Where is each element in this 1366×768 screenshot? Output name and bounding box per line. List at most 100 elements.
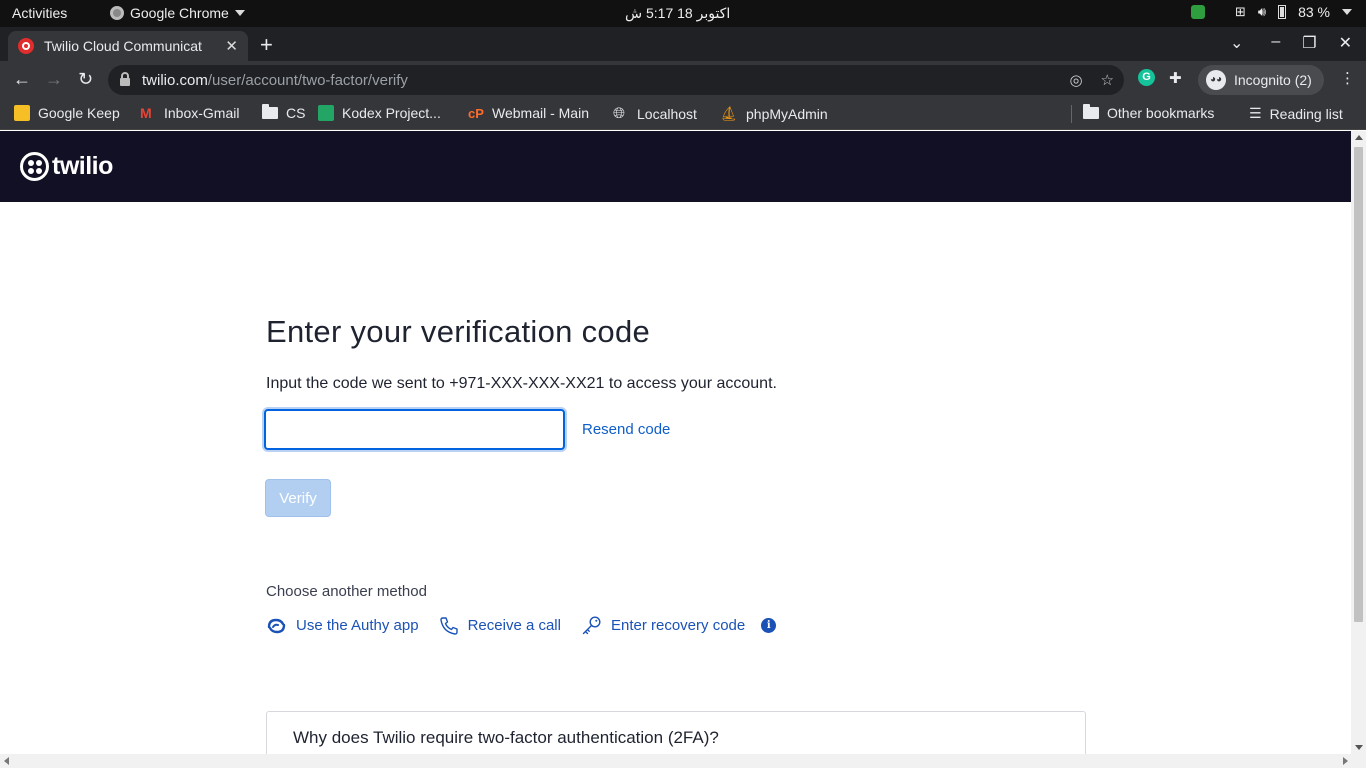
receive-a-call-link[interactable]: Receive a call	[439, 616, 561, 636]
other-bookmarks-label: Other bookmarks	[1107, 105, 1215, 121]
bookmark-webmail-main[interactable]: cP Webmail - Main	[468, 105, 589, 121]
bookmark-label: CS	[286, 105, 306, 121]
url-host: twilio.com	[142, 71, 208, 89]
horizontal-scrollbar[interactable]	[0, 754, 1366, 768]
bookmark-label: Google Keep	[38, 105, 120, 121]
twilio-logo[interactable]: twilio	[20, 152, 113, 181]
bookmark-cs[interactable]: CS	[262, 104, 306, 121]
close-window-icon[interactable]: ✕	[1339, 33, 1352, 53]
battery-percent: 83 %	[1298, 4, 1330, 20]
faq-accordion[interactable]: Why does Twilio require two-factor authe…	[266, 711, 1086, 754]
incognito-icon: ◕◕	[1206, 70, 1226, 90]
bookmark-kodex-project[interactable]: Kodex Project...	[318, 105, 441, 121]
scroll-left-arrow-icon[interactable]	[4, 757, 9, 765]
folder-icon	[1083, 104, 1099, 119]
bookmark-google-keep[interactable]: Google Keep	[14, 105, 120, 121]
tab-strip: Twilio Cloud Communicat ✕ + ⌄ – ❐ ✕	[0, 27, 1366, 61]
choose-method-label: Choose another method	[266, 583, 427, 600]
bookmark-label: Inbox-Gmail	[164, 105, 240, 121]
bookmark-label: Localhost	[637, 105, 697, 122]
bookmarks-bar: Google Keep M Inbox-Gmail CS Kodex Proje…	[0, 98, 1366, 130]
lock-icon[interactable]	[120, 72, 130, 86]
twilio-logo-icon	[20, 152, 49, 181]
phone-icon	[439, 616, 458, 635]
twilio-header: twilio	[0, 131, 1351, 202]
new-tab-plus-icon[interactable]: +	[260, 32, 273, 58]
browser-tab[interactable]: Twilio Cloud Communicat ✕	[8, 31, 248, 61]
faq-question: Why does Twilio require two-factor authe…	[293, 728, 719, 747]
system-tray[interactable]: ⊞ 🔊︎ 83 %	[1190, 4, 1352, 20]
clock[interactable]: اكتوبر 18 5:17 ش	[625, 5, 730, 22]
incognito-profile-button[interactable]: ◕◕ Incognito (2)	[1198, 65, 1324, 95]
vertical-scrollbar[interactable]	[1351, 131, 1366, 754]
scroll-down-arrow-icon[interactable]	[1355, 745, 1363, 750]
forward-arrow-icon[interactable]: →	[45, 69, 63, 90]
app-menu[interactable]: Google Chrome	[110, 5, 245, 21]
reload-icon[interactable]: ↻	[78, 69, 93, 90]
restore-icon[interactable]: ❐	[1302, 33, 1316, 53]
enter-recovery-code-link[interactable]: Enter recovery code	[581, 615, 745, 636]
back-arrow-icon[interactable]: ←	[13, 69, 31, 90]
scroll-up-arrow-icon[interactable]	[1355, 135, 1363, 140]
verify-button[interactable]: Verify	[265, 479, 331, 517]
other-bookmarks[interactable]: Other bookmarks	[1083, 104, 1215, 121]
battery-icon	[1278, 5, 1287, 19]
instructions-text: Input the code we sent to +971-XXX-XXX-X…	[266, 375, 777, 392]
volume-icon: 🔊︎	[1257, 4, 1267, 19]
cpanel-icon: cP	[468, 105, 484, 121]
address-bar[interactable]: twilio.com/user/account/two-factor/verif…	[108, 65, 1124, 95]
bookmark-label: Kodex Project...	[342, 105, 441, 121]
page-title: Enter your verification code	[266, 314, 651, 349]
bookmarks-separator	[1071, 105, 1072, 123]
activities-button[interactable]: Activities	[12, 5, 67, 21]
folder-icon	[262, 104, 278, 119]
globe-icon: 🌐︎	[613, 105, 626, 122]
sheets-icon	[318, 105, 334, 121]
incognito-label: Incognito (2)	[1234, 72, 1312, 88]
use-authy-app-link[interactable]: Use the Authy app	[266, 617, 419, 635]
alternative-methods: Use the Authy app Receive a call Enter r…	[266, 615, 777, 636]
extensions-puzzle-icon[interactable]: ✚	[1169, 69, 1182, 87]
browser-toolbar: ← → ↻ twilio.com/user/account/two-factor…	[0, 61, 1366, 98]
tracking-blocked-eye-icon[interactable]: ◎	[1069, 71, 1082, 89]
chevron-down-icon	[1342, 9, 1352, 15]
tab-search-chevron-icon[interactable]: ⌄	[1230, 33, 1243, 53]
method-label: Receive a call	[467, 617, 561, 634]
chevron-down-icon	[234, 10, 245, 16]
scroll-right-arrow-icon[interactable]	[1343, 757, 1348, 765]
bookmark-localhost[interactable]: 🌐︎ Localhost	[613, 105, 697, 122]
gmail-icon: M	[140, 105, 152, 121]
verification-code-input[interactable]	[264, 409, 565, 450]
window-controls: ⌄ – ❐ ✕	[1230, 33, 1352, 53]
system-top-bar: Activities Google Chrome اكتوبر 18 5:17 …	[0, 0, 1366, 27]
url-path: /user/account/two-factor/verify	[207, 71, 408, 89]
authy-icon	[267, 618, 286, 633]
google-keep-icon	[14, 105, 30, 121]
twilio-favicon-icon	[18, 38, 34, 54]
web-page: twilio Enter your verification code Inpu…	[0, 131, 1351, 754]
minimize-icon[interactable]: –	[1271, 33, 1280, 53]
grammarly-extension-icon[interactable]: G	[1138, 69, 1155, 86]
key-icon	[582, 616, 601, 635]
network-icon: ⊞	[1234, 4, 1246, 19]
method-label: Enter recovery code	[610, 617, 746, 634]
bookmark-label: phpMyAdmin	[746, 105, 828, 122]
bookmark-star-icon[interactable]: ☆	[1101, 71, 1114, 89]
app-name: Google Chrome	[130, 5, 229, 21]
info-icon[interactable]: i	[761, 618, 777, 633]
chrome-icon	[110, 6, 124, 20]
tab-title: Twilio Cloud Communicat	[44, 38, 202, 54]
reading-list-label: Reading list	[1269, 105, 1343, 122]
reading-list-icon: ☰	[1249, 105, 1262, 121]
chrome-menu-kebab-icon[interactable]: ⋮	[1340, 69, 1355, 87]
resend-code-link[interactable]: Resend code	[582, 421, 670, 438]
update-shield-icon	[1190, 5, 1205, 19]
close-tab-icon[interactable]: ✕	[225, 37, 238, 55]
scrollbar-thumb[interactable]	[1354, 147, 1363, 622]
phpmyadmin-icon: ⛵︎	[720, 105, 738, 121]
bookmark-inbox-gmail[interactable]: M Inbox-Gmail	[140, 105, 239, 121]
reading-list[interactable]: ☰ Reading list	[1249, 105, 1343, 122]
method-label: Use the Authy app	[296, 617, 419, 634]
bookmark-label: Webmail - Main	[492, 105, 589, 121]
bookmark-phpmyadmin[interactable]: ⛵︎ phpMyAdmin	[720, 105, 828, 122]
